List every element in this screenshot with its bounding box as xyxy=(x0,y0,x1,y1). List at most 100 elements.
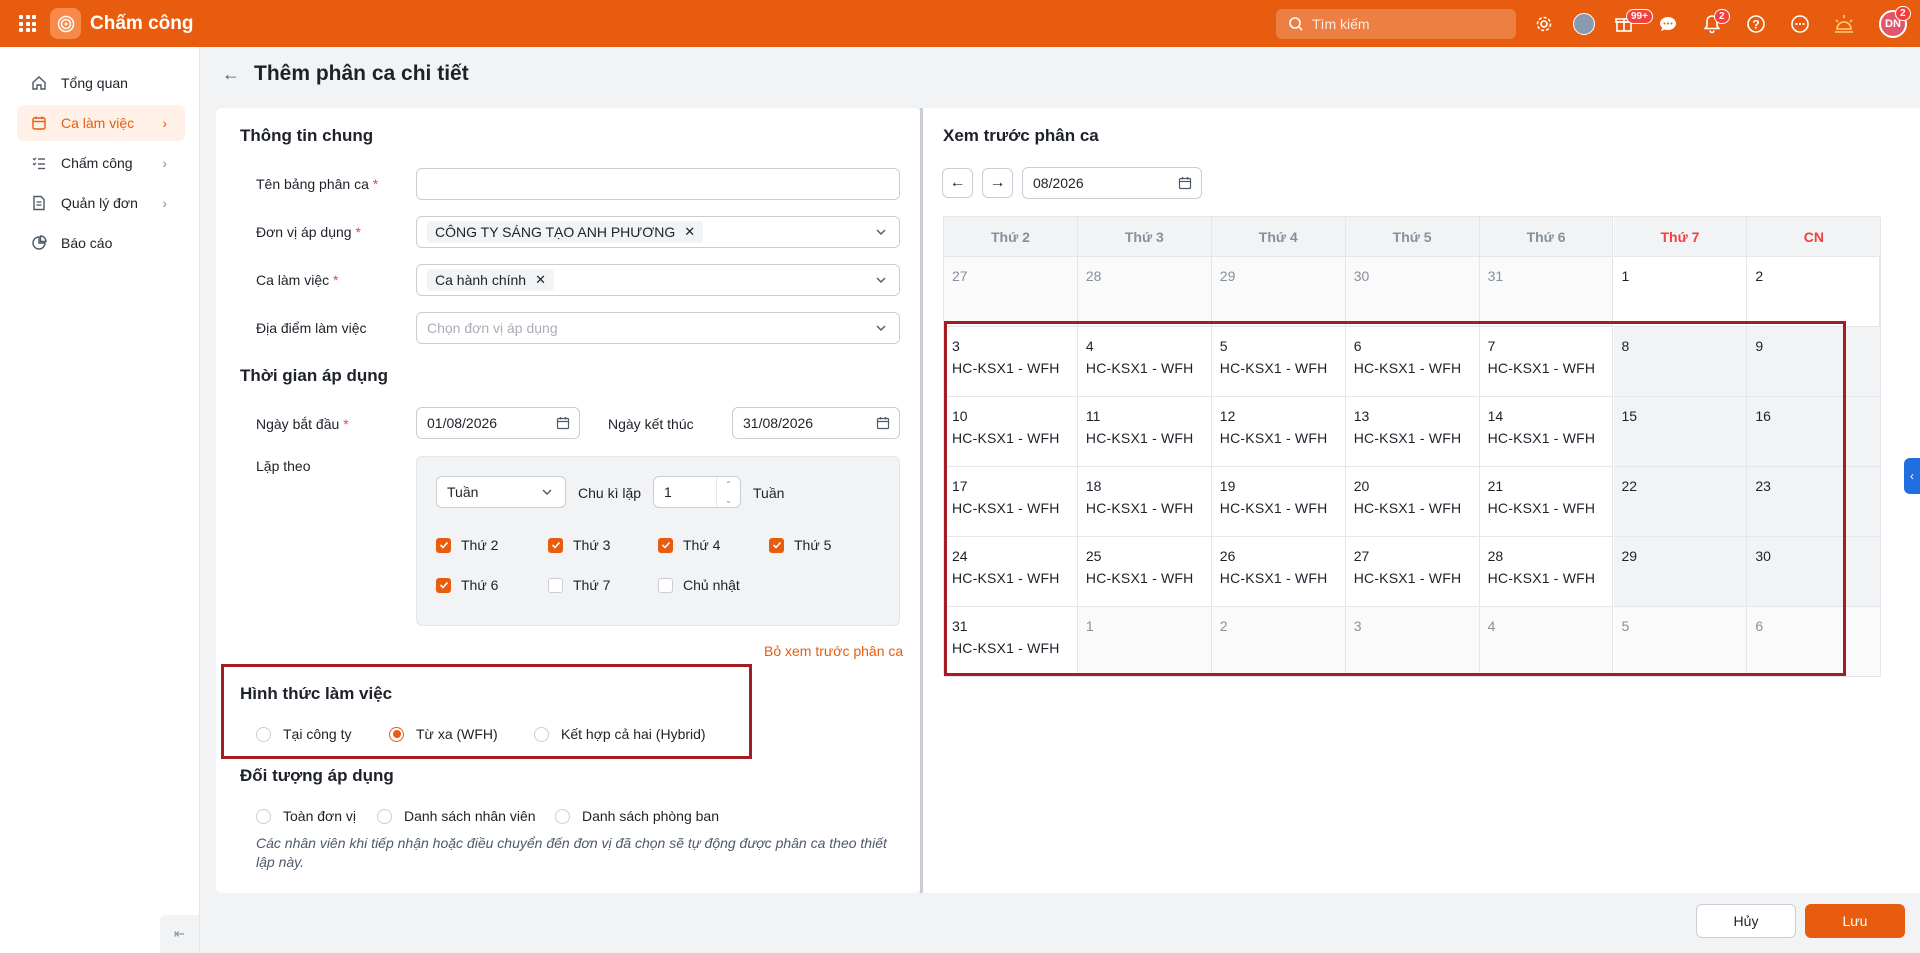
radio-whole-unit[interactable]: Toàn đơn vị xyxy=(256,808,356,824)
checkbox-label: Thứ 5 xyxy=(794,537,832,553)
day-number: 29 xyxy=(1219,268,1236,284)
remove-tag-icon[interactable]: ✕ xyxy=(535,272,546,288)
shift-tag: Ca hành chính ✕ xyxy=(427,269,554,291)
cycle-unit-label: Tuần xyxy=(753,485,785,501)
name-label: Tên bảng phân ca * xyxy=(256,176,379,192)
search-input[interactable]: Tìm kiếm xyxy=(1276,9,1516,39)
highlight-box xyxy=(221,664,752,759)
checkbox-checked-icon xyxy=(769,537,784,553)
notification-badge: 2 xyxy=(1714,9,1730,24)
weekday-header: Thứ 7 xyxy=(1613,217,1748,257)
radio-employee-list[interactable]: Danh sách nhân viên xyxy=(377,808,536,824)
calendar-icon xyxy=(30,115,48,131)
prev-month-button[interactable]: ← xyxy=(942,168,973,198)
avatar-badge: 2 xyxy=(1895,6,1911,21)
apps-grid-icon[interactable] xyxy=(19,15,36,32)
sidebar-item-requests[interactable]: Quản lý đơn › xyxy=(17,185,185,221)
user-avatar[interactable]: DN 2 xyxy=(1879,6,1911,38)
section-title-general: Thông tin chung xyxy=(240,126,374,145)
sidebar-item-label: Báo cáo xyxy=(61,235,113,251)
cycle-label: Chu kì lặp xyxy=(578,485,642,501)
checkbox-tue[interactable]: Thứ 3 xyxy=(548,537,610,553)
radio-label: Kết hợp cả hai (Hybrid) xyxy=(561,726,706,742)
hide-preview-link[interactable]: Bỏ xem trước phân ca xyxy=(764,643,903,659)
checkbox-label: Thứ 7 xyxy=(573,577,611,593)
sidebar-item-reports[interactable]: Báo cáo xyxy=(17,225,185,261)
save-button[interactable]: Lưu xyxy=(1805,904,1905,938)
weekday-header: Thứ 6 xyxy=(1479,217,1614,257)
svg-text:?: ? xyxy=(1752,18,1759,32)
calendar-day-cell[interactable]: 2 xyxy=(1747,257,1882,327)
stepper-arrows-icon[interactable]: ⌃ ⌃ xyxy=(716,477,740,507)
calendar-day-cell[interactable]: 1 xyxy=(1613,257,1748,327)
settings-gear-icon[interactable] xyxy=(1532,12,1556,36)
section-title-time: Thời gian áp dụng xyxy=(240,366,389,385)
side-panel-toggle-icon[interactable]: ‹ xyxy=(1904,458,1920,494)
day-number: 30 xyxy=(1353,268,1370,284)
cycle-value: 1 xyxy=(664,484,672,500)
radio-icon xyxy=(555,808,570,824)
radio-department-list[interactable]: Danh sách phòng ban xyxy=(555,808,719,824)
chat-icon[interactable] xyxy=(1656,12,1680,36)
sidebar-item-label: Quản lý đơn xyxy=(61,195,138,211)
radio-label: Toàn đơn vị xyxy=(283,808,357,824)
radio-hybrid[interactable]: Kết hợp cả hai (Hybrid) xyxy=(534,726,706,742)
arrow-right-icon: → xyxy=(989,174,1006,191)
sidebar-item-label: Ca làm việc xyxy=(61,115,135,131)
radio-label: Danh sách nhân viên xyxy=(404,808,536,824)
repeat-unit-select[interactable]: Tuần xyxy=(436,476,566,508)
sidebar-item-overview[interactable]: Tổng quan xyxy=(17,65,185,101)
weekday-header: Thứ 2 xyxy=(944,217,1078,257)
checkbox-wed[interactable]: Thứ 4 xyxy=(658,537,720,553)
checkbox-label: Thứ 4 xyxy=(683,537,721,553)
app-logo xyxy=(50,8,81,39)
cycle-stepper[interactable]: 1 ⌃ ⌃ xyxy=(653,476,741,508)
radio-wfh[interactable]: Từ xa (WFH) xyxy=(389,726,498,742)
calendar-day-cell[interactable]: 28 xyxy=(1077,257,1212,327)
sun-icon[interactable] xyxy=(1832,12,1856,36)
checkbox-sun[interactable]: Chủ nhật xyxy=(658,577,740,593)
schedule-name-input[interactable] xyxy=(416,168,900,200)
weekday-header: Thứ 5 xyxy=(1345,217,1480,257)
user-photo-icon[interactable] xyxy=(1572,12,1596,36)
gift-icon[interactable]: 99+ xyxy=(1612,9,1653,36)
calendar-icon xyxy=(876,417,890,430)
radio-label: Danh sách phòng ban xyxy=(582,808,719,824)
checkbox-mon[interactable]: Thứ 2 xyxy=(436,537,498,553)
arrow-left-icon: ← xyxy=(949,174,966,191)
remove-tag-icon[interactable]: ✕ xyxy=(684,224,695,240)
unit-select[interactable]: CÔNG TY SÁNG TẠO ANH PHƯƠNG ✕ xyxy=(416,216,900,248)
next-month-button[interactable]: → xyxy=(982,168,1013,198)
checkbox-sat[interactable]: Thứ 7 xyxy=(548,577,610,593)
cancel-button[interactable]: Hủy xyxy=(1696,904,1796,938)
search-icon xyxy=(1289,17,1303,31)
checkbox-thu[interactable]: Thứ 5 xyxy=(769,537,831,553)
bell-icon[interactable]: 2 xyxy=(1700,9,1730,36)
collapse-sidebar-icon[interactable]: ⇤ xyxy=(160,915,199,953)
checkbox-checked-icon xyxy=(436,537,451,553)
back-arrow-icon[interactable]: ← xyxy=(222,64,240,85)
chevron-down-icon xyxy=(876,325,886,331)
highlight-box xyxy=(944,321,1846,676)
calendar-day-cell[interactable]: 30 xyxy=(1345,257,1480,327)
location-select[interactable]: Chọn đơn vị áp dụng xyxy=(416,312,900,344)
repeat-label: Lặp theo xyxy=(256,458,311,474)
help-icon[interactable]: ? xyxy=(1744,12,1768,36)
day-number: 1 xyxy=(1621,268,1630,284)
unit-tag: CÔNG TY SÁNG TẠO ANH PHƯƠNG ✕ xyxy=(427,221,704,243)
calendar-day-cell[interactable]: 31 xyxy=(1479,257,1614,327)
calendar-icon xyxy=(1178,177,1192,190)
weekday-header: CN xyxy=(1747,217,1882,257)
start-date-input[interactable]: 01/08/2026 xyxy=(416,407,580,439)
app-title[interactable]: Chấm công xyxy=(90,13,193,35)
end-date-input[interactable]: 31/08/2026 xyxy=(732,407,900,439)
more-options-icon[interactable] xyxy=(1788,12,1812,36)
sidebar-item-shifts[interactable]: Ca làm việc › xyxy=(17,105,185,141)
calendar-day-cell[interactable]: 29 xyxy=(1211,257,1346,327)
shift-select[interactable]: Ca hành chính ✕ xyxy=(416,264,900,296)
calendar-day-cell[interactable]: 27 xyxy=(944,257,1078,327)
month-picker[interactable]: 08/2026 xyxy=(1022,167,1202,199)
radio-onsite[interactable]: Tại công ty xyxy=(256,726,351,742)
sidebar-item-timekeeping[interactable]: Chấm công › xyxy=(17,145,185,181)
checkbox-fri[interactable]: Thứ 6 xyxy=(436,577,498,593)
